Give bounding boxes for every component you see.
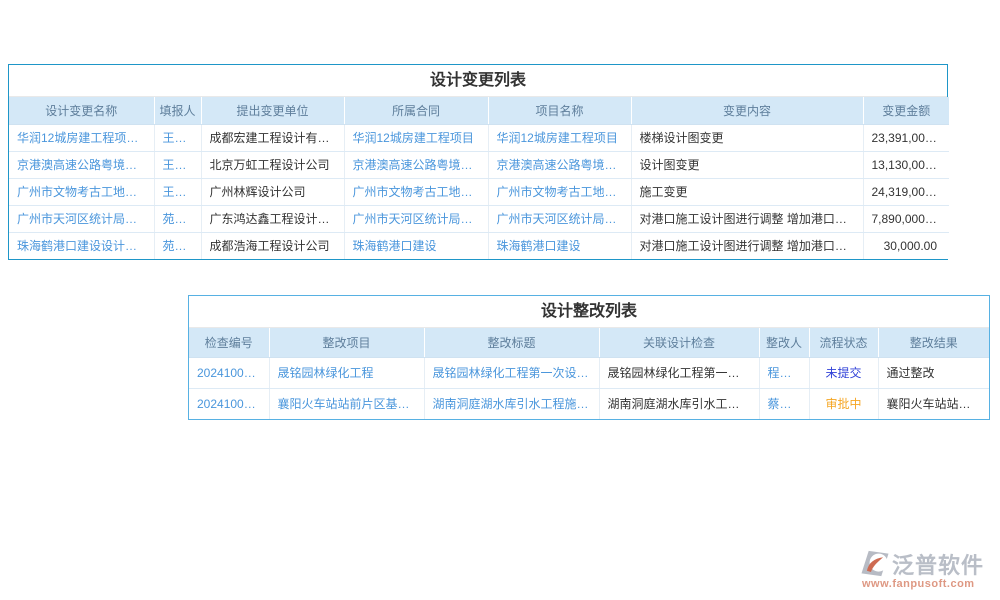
flow-status-badge: 审批中 xyxy=(809,388,878,419)
cell-contract-link[interactable]: 华润12城房建工程项目 xyxy=(344,124,488,151)
col-header-related-check: 关联设计检查 xyxy=(599,328,759,357)
cell-project-link[interactable]: 广州市天河区统计局机房改... xyxy=(488,205,631,232)
cell-project-link[interactable]: 京港澳高速公路粤境韶关至... xyxy=(488,151,631,178)
design-rectify-table: 检查编号 整改项目 整改标题 关联设计检查 整改人 流程状态 整改结果 2024… xyxy=(189,328,989,419)
cell-contract-link[interactable]: 京港澳高速公路粤境韶关至... xyxy=(344,151,488,178)
cell-change-name-link[interactable]: 珠海鹤港口建设设计变更 xyxy=(9,232,154,259)
design-rectify-title: 设计整改列表 xyxy=(189,296,989,328)
cell-rectify-project-link[interactable]: 襄阳火车站站前片区基础设... xyxy=(269,388,424,419)
cell-change-amount: 24,319,000.00 xyxy=(863,178,949,205)
cell-check-no-link[interactable]: 2024100001 xyxy=(189,388,269,419)
cell-reporter-link[interactable]: 苑子豪 xyxy=(154,232,201,259)
cell-related-check: 晟铭园林绿化工程第一次设... xyxy=(599,357,759,388)
col-header-project: 项目名称 xyxy=(488,97,631,124)
table-row: 华润12城房建工程项目设计... 王志远 成都宏建工程设计有限公司 华润12城房… xyxy=(9,124,949,151)
col-header-check-no: 检查编号 xyxy=(189,328,269,357)
cell-contract-link[interactable]: 广州市天河区统计局机房改... xyxy=(344,205,488,232)
table-row: 2024100001 襄阳火车站站前片区基础设... 湖南洞庭湖水库引水工程施工… xyxy=(189,388,989,419)
cell-change-content: 对港口施工设计图进行调整 增加港口管道建设工程 xyxy=(631,205,863,232)
cell-change-unit: 成都浩海工程设计公司 xyxy=(201,232,344,259)
cell-change-name-link[interactable]: 京港澳高速公路粤境韶关至... xyxy=(9,151,154,178)
cell-change-unit: 广东鸿达鑫工程设计公司 xyxy=(201,205,344,232)
table-row: 珠海鹤港口建设设计变更 苑子豪 成都浩海工程设计公司 珠海鹤港口建设 珠海鹤港口… xyxy=(9,232,949,259)
table-row: 广州市文物考古工地安防系... 王志远 广州林辉设计公司 广州市文物考古工地安防… xyxy=(9,178,949,205)
cell-change-content: 对港口施工设计图进行调整 增加港口管道建设工程 xyxy=(631,232,863,259)
col-header-rectify-project: 整改项目 xyxy=(269,328,424,357)
cell-change-content: 楼梯设计图变更 xyxy=(631,124,863,151)
col-header-change-amount: 变更金额 xyxy=(863,97,949,124)
cell-rectify-project-link[interactable]: 晟铭园林绿化工程 xyxy=(269,357,424,388)
cell-change-amount: 23,391,000.00 xyxy=(863,124,949,151)
cell-rectify-result: 通过整改 xyxy=(878,357,989,388)
cell-change-amount: 30,000.00 xyxy=(863,232,949,259)
col-header-change-content: 变更内容 xyxy=(631,97,863,124)
table-header-row: 设计变更名称 填报人 提出变更单位 所属合同 项目名称 变更内容 变更金额 xyxy=(9,97,949,124)
col-header-reporter: 填报人 xyxy=(154,97,201,124)
col-header-rectify-result: 整改结果 xyxy=(878,328,989,357)
cell-rectify-title-link[interactable]: 晟铭园林绿化工程第一次设计... xyxy=(424,357,599,388)
table-row: 广州市天河区统计局机房改... 苑子豪 广东鸿达鑫工程设计公司 广州市天河区统计… xyxy=(9,205,949,232)
table-row: 京港澳高速公路粤境韶关至... 王志远 北京万虹工程设计公司 京港澳高速公路粤境… xyxy=(9,151,949,178)
cell-project-link[interactable]: 华润12城房建工程项目 xyxy=(488,124,631,151)
cell-rectify-result: 襄阳火车站站前片区... xyxy=(878,388,989,419)
col-header-change-name: 设计变更名称 xyxy=(9,97,154,124)
cell-contract-link[interactable]: 广州市文物考古工地安防系... xyxy=(344,178,488,205)
cell-change-unit: 北京万虹工程设计公司 xyxy=(201,151,344,178)
cell-change-content: 设计图变更 xyxy=(631,151,863,178)
cell-change-amount: 7,890,000.00 xyxy=(863,205,949,232)
cell-related-check: 湖南洞庭湖水库引水工程施... xyxy=(599,388,759,419)
cell-rectify-person-link[interactable]: 蔡江平 xyxy=(759,388,809,419)
footer-brand: 泛普软件 www.fanpusoft.com xyxy=(860,550,992,590)
cell-reporter-link[interactable]: 王志远 xyxy=(154,178,201,205)
brand-name: 泛普软件 xyxy=(892,555,984,577)
design-change-table: 设计变更名称 填报人 提出变更单位 所属合同 项目名称 变更内容 变更金额 华润… xyxy=(9,97,949,259)
cell-change-amount: 13,130,000.00 xyxy=(863,151,949,178)
flow-status-badge: 未提交 xyxy=(809,357,878,388)
cell-change-unit: 广州林辉设计公司 xyxy=(201,178,344,205)
cell-project-link[interactable]: 珠海鹤港口建设 xyxy=(488,232,631,259)
cell-reporter-link[interactable]: 王志远 xyxy=(154,151,201,178)
table-row: 2024100002 晟铭园林绿化工程 晟铭园林绿化工程第一次设计... 晟铭园… xyxy=(189,357,989,388)
design-change-panel: 设计变更列表 设计变更名称 填报人 提出变更单位 所属合同 项目名称 变更内容 … xyxy=(8,64,948,260)
cell-reporter-link[interactable]: 王志远 xyxy=(154,124,201,151)
table-header-row: 检查编号 整改项目 整改标题 关联设计检查 整改人 流程状态 整改结果 xyxy=(189,328,989,357)
cell-change-content: 施工变更 xyxy=(631,178,863,205)
cell-project-link[interactable]: 广州市文物考古工地安防系... xyxy=(488,178,631,205)
cell-check-no-link[interactable]: 2024100002 xyxy=(189,357,269,388)
fanpu-logo-icon xyxy=(860,550,890,577)
cell-change-unit: 成都宏建工程设计有限公司 xyxy=(201,124,344,151)
design-change-title: 设计变更列表 xyxy=(9,65,947,97)
col-header-contract: 所属合同 xyxy=(344,97,488,124)
col-header-rectify-person: 整改人 xyxy=(759,328,809,357)
cell-contract-link[interactable]: 珠海鹤港口建设 xyxy=(344,232,488,259)
col-header-change-unit: 提出变更单位 xyxy=(201,97,344,124)
brand-url: www.fanpusoft.com xyxy=(860,579,992,590)
page: 设计变更列表 设计变更名称 填报人 提出变更单位 所属合同 项目名称 变更内容 … xyxy=(0,0,1000,600)
cell-reporter-link[interactable]: 苑子豪 xyxy=(154,205,201,232)
col-header-rectify-title: 整改标题 xyxy=(424,328,599,357)
cell-change-name-link[interactable]: 广州市天河区统计局机房改... xyxy=(9,205,154,232)
cell-change-name-link[interactable]: 广州市文物考古工地安防系... xyxy=(9,178,154,205)
col-header-flow-status: 流程状态 xyxy=(809,328,878,357)
cell-rectify-title-link[interactable]: 湖南洞庭湖水库引水工程施工... xyxy=(424,388,599,419)
design-rectify-panel: 设计整改列表 检查编号 整改项目 整改标题 关联设计检查 整改人 流程状态 整改… xyxy=(188,295,990,420)
cell-change-name-link[interactable]: 华润12城房建工程项目设计... xyxy=(9,124,154,151)
cell-rectify-person-link[interactable]: 程亚雄 xyxy=(759,357,809,388)
